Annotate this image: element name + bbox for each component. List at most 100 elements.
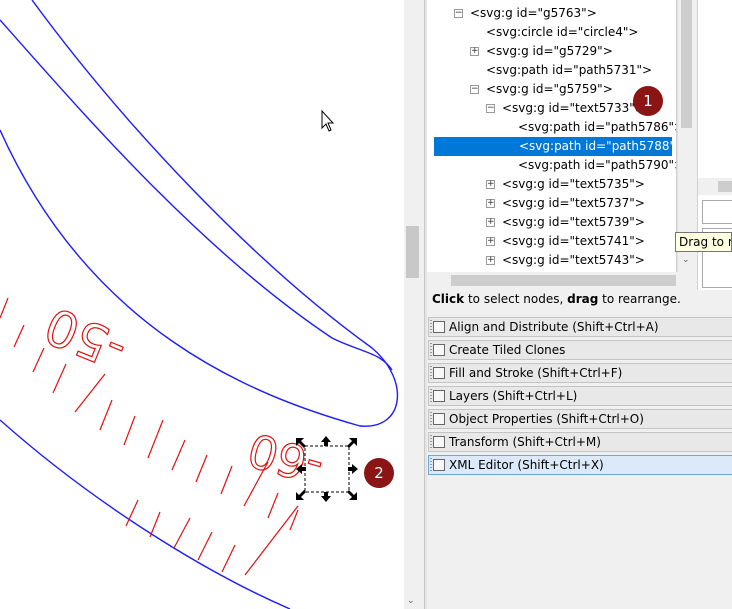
xml-node-tree[interactable]: <svg:g id="g5763"> − <svg:circle id="circl… bbox=[427, 0, 677, 272]
xml-tree-node[interactable]: <svg:g id="text5739"> bbox=[502, 213, 645, 232]
step-badge-2: 2 bbox=[364, 458, 394, 488]
grip-icon[interactable] bbox=[430, 435, 432, 449]
scroll-down-arrow-icon[interactable]: ⌄ bbox=[407, 596, 415, 606]
xml-tree-node[interactable]: <svg:path id="path5788"> bbox=[434, 137, 676, 156]
collapse-minus-icon[interactable]: − bbox=[470, 85, 479, 94]
attribute-horizontal-scrollbar[interactable] bbox=[698, 178, 732, 195]
dock-button[interactable]: Fill and Stroke (Shift+Ctrl+F) bbox=[428, 363, 732, 383]
xml-tree-node-label: <svg:g id="text5739"> bbox=[502, 215, 645, 229]
ruler-tick bbox=[195, 454, 208, 483]
canvas-scroll-thumb[interactable] bbox=[406, 226, 419, 278]
ruler-tick bbox=[0, 297, 9, 319]
xml-tree-node[interactable]: <svg:g id="text5735"> bbox=[502, 175, 645, 194]
xml-tree-node[interactable]: <svg:g id="text5737"> bbox=[502, 194, 645, 213]
layers-icon bbox=[433, 390, 445, 402]
xml-editor-hint: Click to select nodes, drag to rearrange… bbox=[432, 292, 681, 306]
dock-button[interactable]: Transform (Shift+Ctrl+M) bbox=[428, 432, 732, 452]
dock-button[interactable]: Align and Distribute (Shift+Ctrl+A) bbox=[428, 317, 732, 337]
xml-tree-node-label: <svg:path id="path5786"> bbox=[518, 120, 677, 134]
xml-tree-node-label: <svg:g id="text5741"> bbox=[502, 234, 645, 248]
xml-tree-node[interactable]: <svg:g id="g5729"> bbox=[486, 42, 613, 61]
align-icon bbox=[433, 321, 445, 333]
step-badge-1: 1 bbox=[633, 86, 663, 116]
ruler-tick bbox=[244, 505, 299, 576]
xml-tree-node-label: <svg:g id="text5735"> bbox=[502, 177, 645, 191]
ruler-tick bbox=[171, 439, 186, 471]
xml-tree-node[interactable]: <svg:path id="path5790"> bbox=[518, 156, 676, 175]
fill-stroke-icon bbox=[433, 367, 445, 379]
xml-tree-horizontal-scrollbar[interactable] bbox=[427, 272, 694, 289]
xml-tree-scroll-thumb[interactable] bbox=[681, 0, 692, 128]
ruler-tick bbox=[52, 363, 67, 394]
hint-mid: to select nodes, bbox=[464, 292, 568, 306]
grip-icon[interactable] bbox=[430, 366, 432, 380]
grip-icon[interactable] bbox=[430, 320, 432, 334]
mouse-pointer-icon bbox=[321, 109, 335, 132]
xml-tree-hscroll-thumb[interactable] bbox=[451, 275, 676, 286]
ruler-label-edge[interactable]: - bbox=[0, 177, 5, 214]
ruler-tick bbox=[267, 492, 279, 519]
dock-button-label: Align and Distribute (Shift+Ctrl+A) bbox=[449, 320, 659, 334]
grip-icon[interactable] bbox=[430, 412, 432, 426]
xml-tree-node-label: <svg:g id="g5729"> bbox=[486, 44, 613, 58]
dock-button[interactable]: Layers (Shift+Ctrl+L) bbox=[428, 386, 732, 406]
transform-icon bbox=[433, 436, 445, 448]
xml-tree-node[interactable]: <svg:circle id="circle4"> bbox=[486, 23, 638, 42]
ruler-outline-bottom[interactable] bbox=[0, 419, 291, 609]
xml-tree-node-label: <svg:g id="g5763"> bbox=[470, 6, 597, 20]
scale-handle-ne-icon bbox=[347, 438, 357, 448]
attribute-name-field[interactable] bbox=[702, 200, 732, 224]
ruler-tick bbox=[173, 517, 191, 549]
attribute-hscroll-thumb[interactable] bbox=[718, 181, 732, 192]
xml-tree-node-label: <svg:path id="path5788"> bbox=[519, 139, 677, 153]
expand-plus-icon[interactable]: + bbox=[486, 218, 495, 227]
ruler-tick bbox=[289, 509, 299, 531]
xml-tree-node[interactable]: <svg:g id="text5733"> bbox=[502, 99, 645, 118]
expand-plus-icon[interactable]: + bbox=[486, 237, 495, 246]
hint-drag: drag bbox=[567, 292, 599, 306]
ruler-tick bbox=[221, 544, 236, 573]
scroll-down-arrow-icon[interactable]: ⌄ bbox=[682, 255, 690, 265]
object-properties-icon bbox=[433, 413, 445, 425]
xml-tree-node[interactable]: <svg:g id="g5763"> bbox=[470, 4, 597, 23]
ruler-tick bbox=[149, 511, 161, 538]
grip-icon[interactable] bbox=[430, 343, 432, 357]
drawing-canvas[interactable]: -50 -60 - 2 bbox=[0, 0, 404, 609]
grip-icon[interactable] bbox=[430, 458, 432, 472]
xml-tree-node-label: <svg:g id="text5737"> bbox=[502, 196, 645, 210]
collapse-minus-icon[interactable]: − bbox=[486, 104, 495, 113]
xml-tree-node[interactable]: <svg:path id="path5731"> bbox=[486, 61, 652, 80]
dock-button[interactable]: Create Tiled Clones bbox=[428, 340, 732, 360]
dock-button[interactable]: Object Properties (Shift+Ctrl+O) bbox=[428, 409, 732, 429]
xml-tree-node-label: <svg:g id="g5759"> bbox=[486, 82, 613, 96]
dock-button[interactable]: XML Editor (Shift+Ctrl+X) bbox=[428, 455, 732, 475]
xml-tree-node[interactable]: <svg:path id="path5786"> bbox=[518, 118, 677, 137]
dock-button-label: Layers (Shift+Ctrl+L) bbox=[449, 389, 578, 403]
dock-button-label: Create Tiled Clones bbox=[449, 343, 566, 357]
ruler-tick bbox=[99, 399, 113, 431]
expand-plus-icon[interactable]: + bbox=[486, 180, 495, 189]
xml-editor-icon bbox=[433, 459, 445, 471]
selection-handles[interactable] bbox=[296, 436, 358, 502]
canvas-drawing: -50 -60 - bbox=[0, 0, 399, 609]
xml-tree-node-label: <svg:circle id="circle4"> bbox=[486, 25, 639, 39]
dock-button-label: XML Editor (Shift+Ctrl+X) bbox=[449, 458, 604, 472]
expand-plus-icon[interactable]: + bbox=[470, 47, 479, 56]
xml-tree-node[interactable]: <svg:g id="text5741"> bbox=[502, 232, 645, 251]
scale-handle-s-icon bbox=[321, 492, 331, 502]
ruler-tick bbox=[13, 324, 25, 348]
expand-plus-icon[interactable]: + bbox=[486, 199, 495, 208]
ruler-outline-inner[interactable] bbox=[0, 0, 399, 427]
collapse-minus-icon[interactable]: − bbox=[454, 9, 463, 18]
ruler-label-minus50[interactable]: -50 bbox=[36, 295, 135, 381]
ruler-tick bbox=[74, 373, 106, 413]
xml-tree-node[interactable]: <svg:g id="text5743"> bbox=[502, 251, 645, 270]
dock-button-label: Transform (Shift+Ctrl+M) bbox=[449, 435, 601, 449]
canvas-vertical-scrollbar[interactable]: ⌄ bbox=[404, 0, 421, 609]
ruler-tick bbox=[197, 531, 213, 561]
grip-icon[interactable] bbox=[430, 389, 432, 403]
expand-plus-icon[interactable]: + bbox=[486, 256, 495, 265]
xml-tree-node[interactable]: <svg:g id="g5759"> bbox=[486, 80, 613, 99]
ruler-label-minus60[interactable]: -60 bbox=[241, 421, 329, 495]
dock-button-label: Fill and Stroke (Shift+Ctrl+F) bbox=[449, 366, 623, 380]
